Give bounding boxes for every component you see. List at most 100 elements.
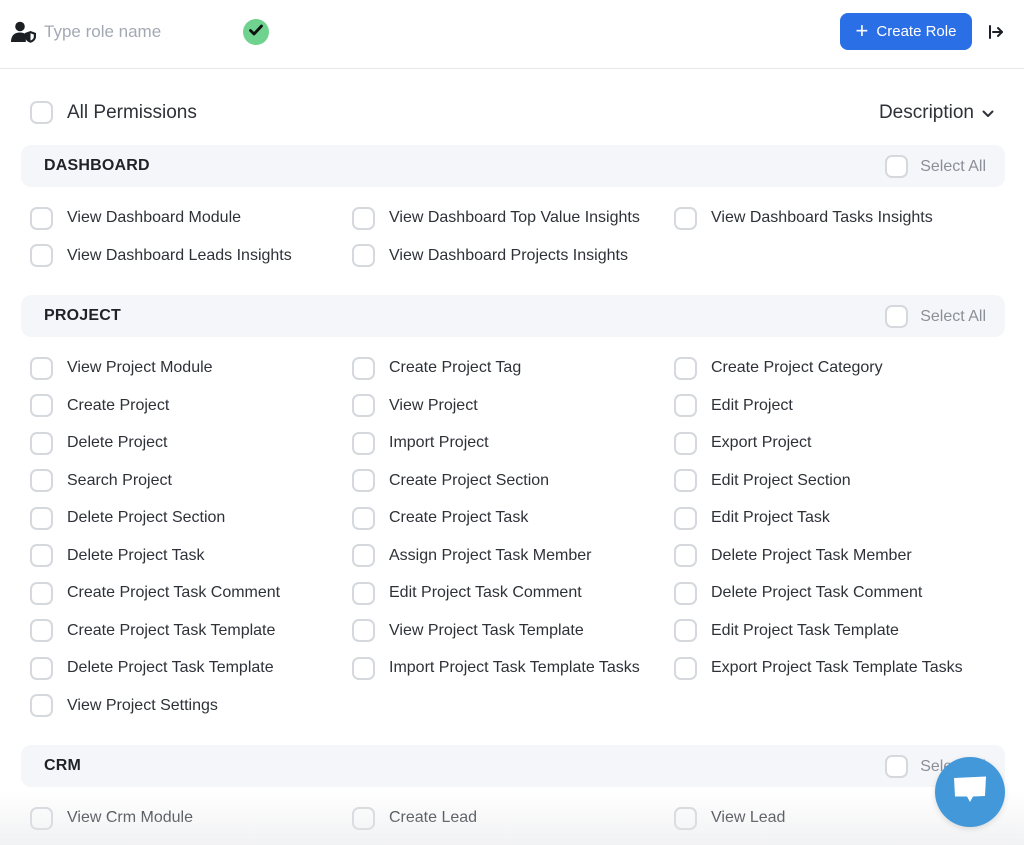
permission-checkbox[interactable] xyxy=(30,431,53,455)
permission-checkbox[interactable] xyxy=(352,356,375,380)
permission-item[interactable]: View Project Settings xyxy=(30,694,218,718)
permission-item[interactable]: Create Project Category xyxy=(674,356,883,380)
all-permissions-checkbox[interactable] xyxy=(30,101,53,124)
permission-checkbox[interactable] xyxy=(674,431,697,455)
select-all-checkbox[interactable] xyxy=(885,155,909,178)
permission-item[interactable]: View Dashboard Module xyxy=(30,206,241,230)
permission-item[interactable]: Delete Project Task Comment xyxy=(674,581,922,605)
permission-checkbox[interactable] xyxy=(674,544,697,567)
permission-checkbox[interactable] xyxy=(674,206,697,230)
permission-item[interactable]: Edit Project Task Template xyxy=(674,619,899,643)
permission-item[interactable]: Export Project Task Template Tasks xyxy=(674,656,963,680)
permission-label: Delete Project xyxy=(67,434,168,451)
create-role-label: Create Role xyxy=(876,23,957,40)
permission-checkbox[interactable] xyxy=(352,656,375,680)
permission-item[interactable]: Edit Project Section xyxy=(674,469,851,493)
permission-checkbox[interactable] xyxy=(674,469,697,492)
permission-checkbox[interactable] xyxy=(352,206,375,230)
permission-label: Create Project Task xyxy=(389,509,529,526)
permission-item[interactable]: View Dashboard Tasks Insights xyxy=(674,206,933,230)
select-all-dashboard[interactable]: Select All xyxy=(885,155,986,178)
all-permissions-label: All Permissions xyxy=(67,101,197,123)
permission-checkbox[interactable] xyxy=(674,356,697,380)
permission-checkbox[interactable] xyxy=(30,544,53,567)
permission-checkbox[interactable] xyxy=(30,506,53,530)
permission-checkbox[interactable] xyxy=(352,619,375,642)
logout-arrow-icon[interactable] xyxy=(987,23,1005,41)
permission-label: View Dashboard Tasks Insights xyxy=(711,209,933,226)
permission-item[interactable]: Create Project Task Comment xyxy=(30,581,280,605)
permission-item[interactable]: Edit Project xyxy=(674,394,793,418)
permission-item[interactable]: Edit Project Task xyxy=(674,506,830,530)
all-permissions-row[interactable]: All Permissions xyxy=(30,101,197,124)
description-label: Description xyxy=(878,102,974,123)
select-all-checkbox[interactable] xyxy=(885,305,909,328)
permission-checkbox[interactable] xyxy=(674,581,697,605)
permission-checkbox[interactable] xyxy=(674,506,697,530)
permission-checkbox[interactable] xyxy=(30,244,53,267)
permission-checkbox[interactable] xyxy=(674,394,697,417)
permission-label: Assign Project Task Member xyxy=(389,546,592,564)
permission-item[interactable]: Create Project Task xyxy=(352,506,528,530)
permission-checkbox[interactable] xyxy=(30,619,53,642)
permission-item[interactable]: Create Project Section xyxy=(352,469,549,493)
permission-item[interactable]: View Lead xyxy=(674,806,785,830)
plus-icon: + xyxy=(855,17,869,43)
permission-item[interactable]: View Project Module xyxy=(30,356,213,380)
select-all-checkbox[interactable] xyxy=(885,755,909,778)
permission-item[interactable]: View Dashboard Leads Insights xyxy=(30,244,292,268)
permission-checkbox[interactable] xyxy=(352,506,375,530)
permission-item[interactable]: Edit Project Task Comment xyxy=(352,581,582,605)
permission-checkbox[interactable] xyxy=(352,581,375,605)
permission-checkbox[interactable] xyxy=(352,469,375,492)
permission-item[interactable]: View Dashboard Projects Insights xyxy=(352,244,628,268)
permission-checkbox[interactable] xyxy=(674,656,697,680)
permission-item[interactable]: Delete Project xyxy=(30,431,168,455)
permission-checkbox[interactable] xyxy=(30,656,53,680)
role-name-input[interactable] xyxy=(44,19,224,45)
permission-item[interactable]: Delete Project Section xyxy=(30,506,225,530)
permission-item[interactable]: Delete Project Task Template xyxy=(30,656,274,680)
permission-checkbox[interactable] xyxy=(674,619,697,642)
create-role-button[interactable]: + Create Role xyxy=(840,13,972,50)
permission-checkbox[interactable] xyxy=(30,581,53,605)
permission-item[interactable]: Export Project xyxy=(674,431,811,455)
permission-label: Delete Project Task Member xyxy=(711,546,912,564)
chat-button[interactable] xyxy=(935,757,1005,827)
permission-checkbox[interactable] xyxy=(30,469,53,492)
permission-item[interactable]: Delete Project Task Member xyxy=(674,544,912,568)
permission-checkbox[interactable] xyxy=(30,206,53,230)
permission-checkbox[interactable] xyxy=(352,806,375,830)
permission-item[interactable]: Delete Project Task xyxy=(30,544,205,568)
permission-label: View Project xyxy=(389,396,478,414)
chat-bubble-icon xyxy=(952,775,988,810)
select-all-project[interactable]: Select All xyxy=(885,305,986,328)
permission-checkbox[interactable] xyxy=(674,806,697,830)
section-header-project: PROJECT Select All xyxy=(21,295,1005,337)
permission-label: View Dashboard Module xyxy=(67,209,242,226)
permission-item[interactable]: View Dashboard Top Value Insights xyxy=(352,206,640,230)
permission-item[interactable]: Create Project Task Template xyxy=(30,619,275,643)
confirm-role-button[interactable] xyxy=(243,19,269,45)
permission-label: View Lead xyxy=(711,809,786,826)
permission-item[interactable]: Import Project Task Template Tasks xyxy=(352,656,640,680)
permission-checkbox[interactable] xyxy=(30,356,53,380)
permission-checkbox[interactable] xyxy=(352,244,375,267)
permission-checkbox[interactable] xyxy=(352,544,375,567)
section-header-dashboard: DASHBOARD Select All xyxy=(21,145,1005,187)
permission-checkbox[interactable] xyxy=(30,694,53,717)
permission-item[interactable]: Search Project xyxy=(30,469,172,493)
permission-checkbox[interactable] xyxy=(352,431,375,455)
permission-item[interactable]: Create Project Tag xyxy=(352,356,521,380)
permission-item[interactable]: Create Project xyxy=(30,394,169,418)
permission-item[interactable]: Assign Project Task Member xyxy=(352,544,591,568)
description-dropdown[interactable]: Description xyxy=(879,102,994,124)
permission-checkbox[interactable] xyxy=(352,394,375,417)
permission-checkbox[interactable] xyxy=(30,394,53,417)
permission-item[interactable]: View Project xyxy=(352,394,478,418)
permission-checkbox[interactable] xyxy=(30,806,53,830)
permission-item[interactable]: View Crm Module xyxy=(30,806,193,830)
permission-item[interactable]: Import Project xyxy=(352,431,489,455)
permission-item[interactable]: Create Lead xyxy=(352,806,477,830)
permission-item[interactable]: View Project Task Template xyxy=(352,619,584,643)
